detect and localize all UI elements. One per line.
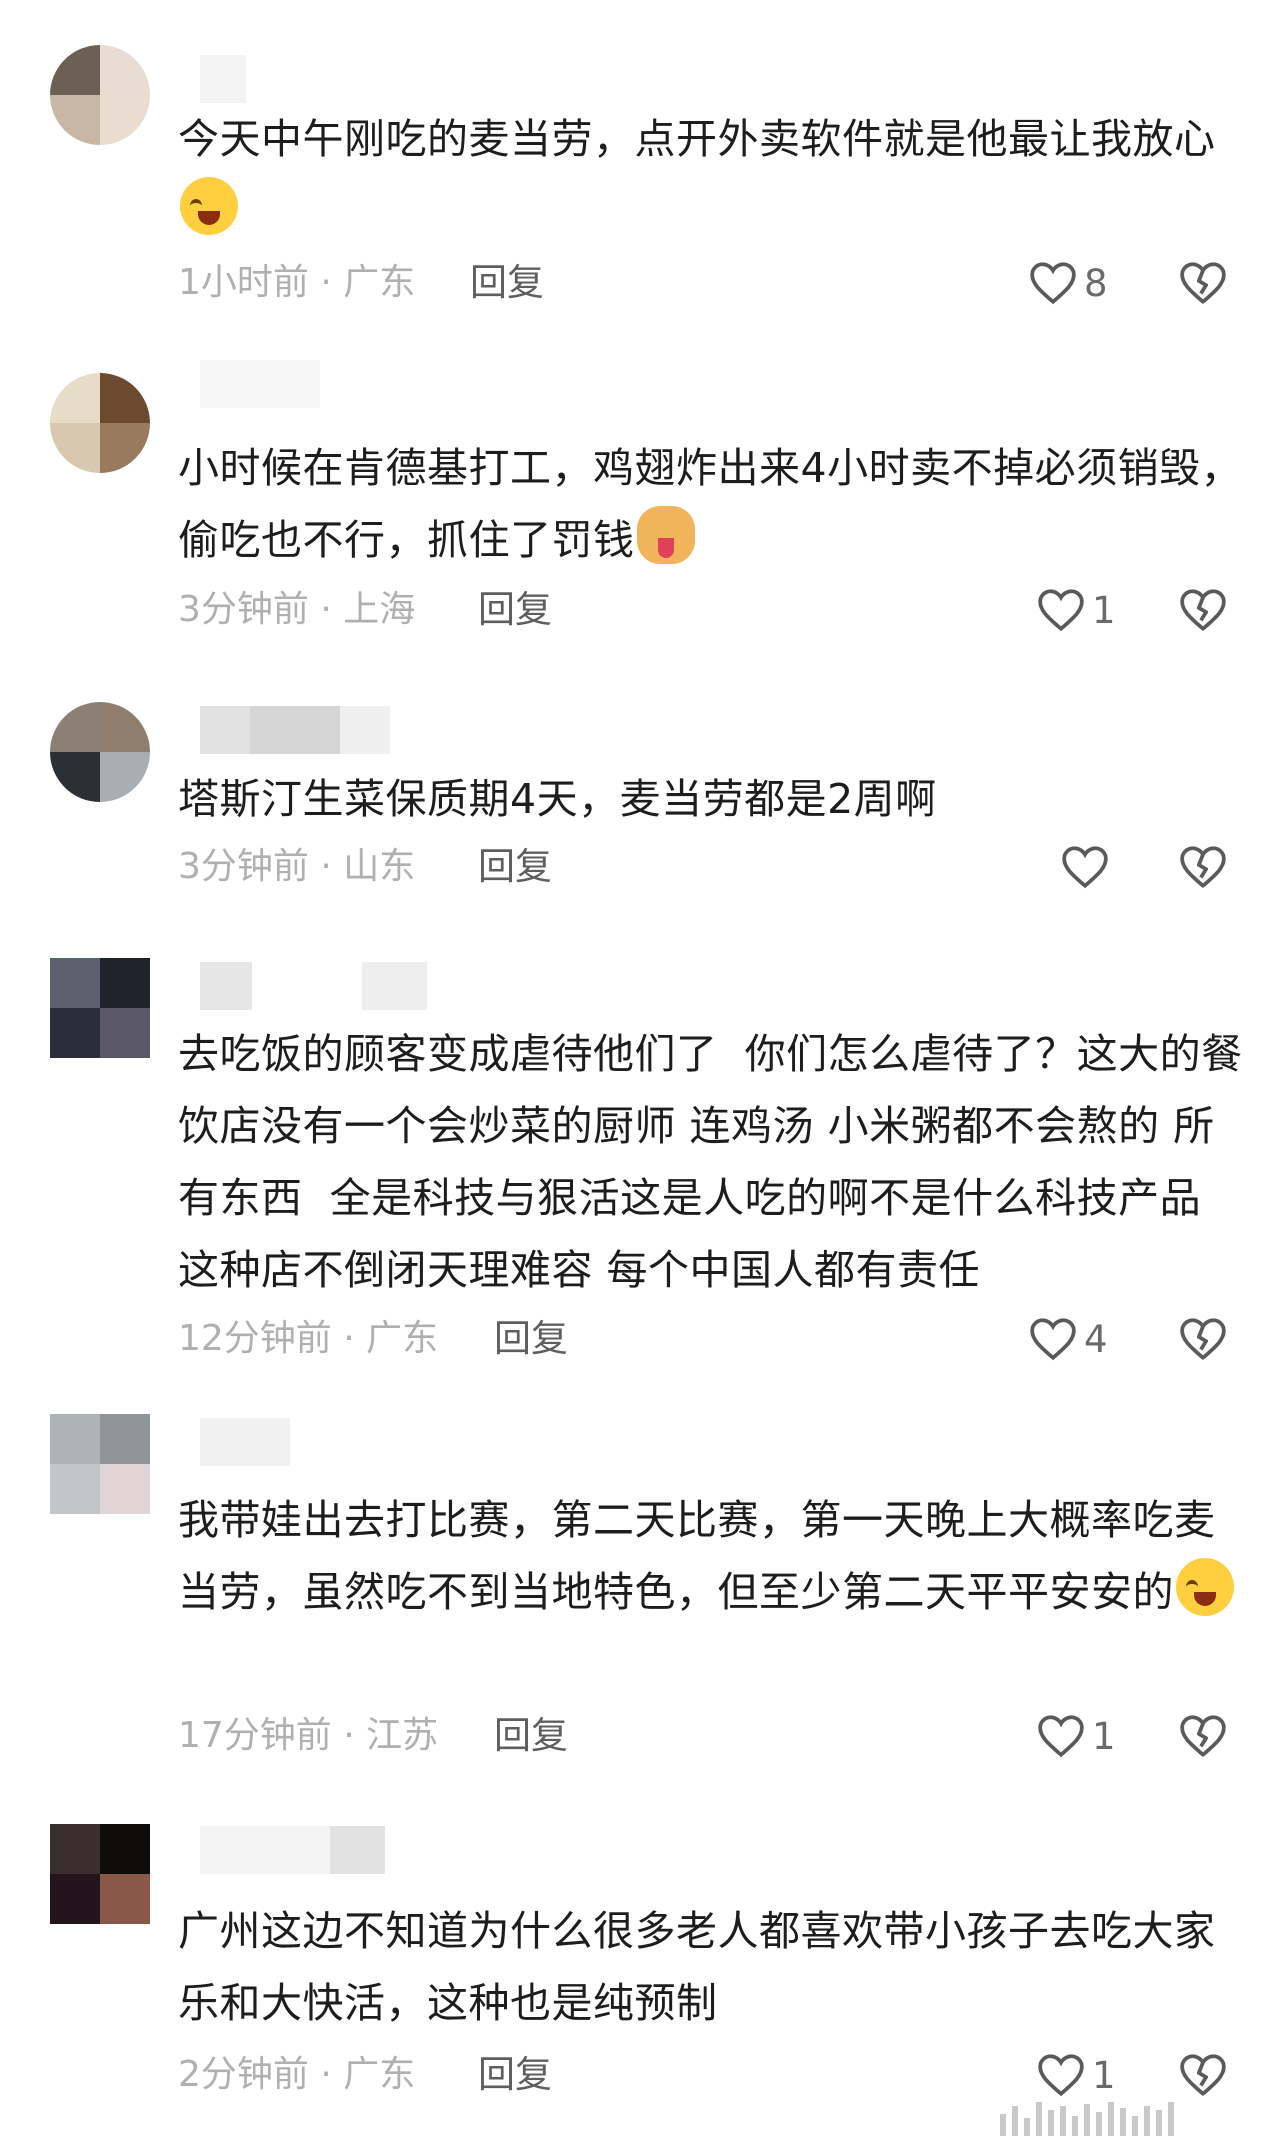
like-count: 1 <box>1092 588 1116 632</box>
like-button[interactable]: 8 <box>1028 258 1108 308</box>
avatar[interactable] <box>50 702 150 802</box>
username-blurred[interactable] <box>200 962 427 1014</box>
reply-button[interactable]: 回复 <box>478 842 552 892</box>
comment-meta: 17分钟前 · 江苏 <box>178 1715 439 1756</box>
username-blurred[interactable] <box>200 1826 385 1878</box>
heart-icon <box>1062 846 1108 889</box>
avatar[interactable] <box>50 1414 150 1514</box>
comment-text: 我带娃出去打比赛，第二天比赛，第一天晚上大概率吃麦当劳，虽然吃不到当地特色，但至… <box>178 1484 1248 1628</box>
reply-button[interactable]: 回复 <box>470 258 544 308</box>
comment-text: 今天中午刚吃的麦当劳，点开外卖软件就是他最让我放心 <box>178 103 1248 247</box>
comment-text: 去吃饭的顾客变成虐待他们了 你们怎么虐待了？这大的餐饮店没有一个会炒菜的厨师 连… <box>178 1030 1243 1294</box>
cry-emoji <box>1176 1558 1234 1616</box>
heart-icon <box>1038 589 1084 632</box>
username-blurred[interactable] <box>200 360 320 412</box>
reply-button[interactable]: 回复 <box>494 1314 568 1364</box>
watermark-logo <box>1000 2096 1260 2136</box>
dislike-icon[interactable] <box>1178 844 1228 890</box>
avatar[interactable] <box>50 958 150 1058</box>
dislike-icon[interactable] <box>1178 587 1228 633</box>
username-blurred[interactable] <box>200 706 390 758</box>
heart-icon <box>1038 1715 1084 1758</box>
like-count: 1 <box>1092 2053 1116 2097</box>
comment-text: 广州这边不知道为什么很多老人都喜欢带小孩子去吃大家乐和大快活，这种也是纯预制 <box>178 1907 1216 2027</box>
like-button[interactable] <box>1060 842 1110 892</box>
comment-meta: 2分钟前 · 广东 <box>178 2054 416 2095</box>
like-button[interactable]: 4 <box>1028 1314 1108 1364</box>
like-count: 8 <box>1084 261 1108 305</box>
like-button[interactable]: 1 <box>1036 585 1116 635</box>
dislike-icon[interactable] <box>1178 1713 1228 1759</box>
cry-emoji <box>180 177 238 235</box>
heart-icon <box>1030 1318 1076 1361</box>
username-blurred[interactable] <box>200 55 246 107</box>
avatar[interactable] <box>50 1824 150 1924</box>
comment-text: 小时候在肯德基打工，鸡翅炸出来4小时卖不掉必须销毁，偷吃也不行，抓住了罚钱 <box>178 444 1243 564</box>
comment-text: 塔斯汀生菜保质期4天，麦当劳都是2周啊 <box>178 775 937 823</box>
like-button[interactable]: 1 <box>1036 2050 1116 2100</box>
comment-meta: 1小时前 · 广东 <box>178 262 416 303</box>
like-count: 1 <box>1092 1714 1116 1758</box>
like-count: 4 <box>1084 1317 1108 1361</box>
comment-meta: 12分钟前 · 广东 <box>178 1318 439 1359</box>
dog-emoji <box>636 506 695 564</box>
avatar[interactable] <box>50 45 150 145</box>
reply-button[interactable]: 回复 <box>478 585 552 635</box>
avatar[interactable] <box>50 373 150 473</box>
username-blurred[interactable] <box>200 1418 290 1470</box>
comment-meta: 3分钟前 · 上海 <box>178 589 416 630</box>
comment-meta: 3分钟前 · 山东 <box>178 846 416 887</box>
reply-button[interactable]: 回复 <box>478 2050 552 2100</box>
dislike-icon[interactable] <box>1178 1316 1228 1362</box>
dislike-icon[interactable] <box>1178 2052 1228 2098</box>
dislike-icon[interactable] <box>1178 260 1228 306</box>
reply-button[interactable]: 回复 <box>494 1711 568 1761</box>
like-button[interactable]: 1 <box>1036 1711 1116 1761</box>
heart-icon <box>1038 2054 1084 2097</box>
heart-icon <box>1030 262 1076 305</box>
